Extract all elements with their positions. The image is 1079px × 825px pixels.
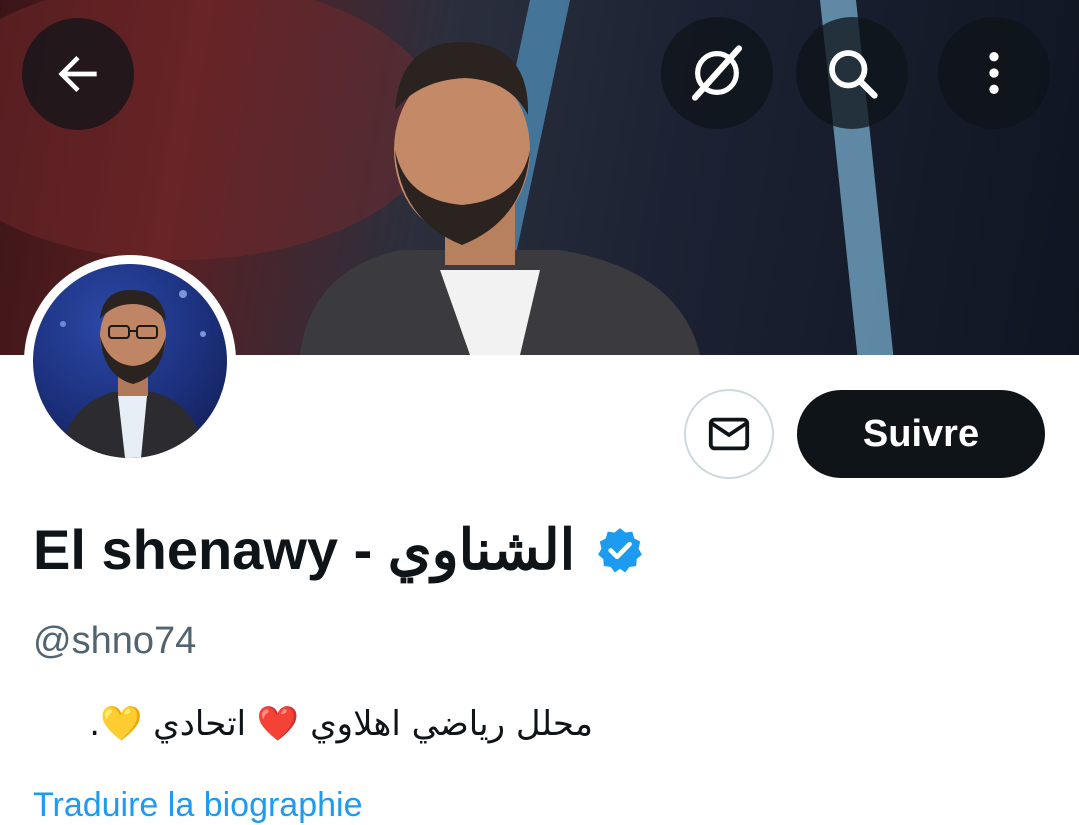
avatar[interactable] (24, 255, 236, 467)
grok-icon (686, 42, 748, 104)
more-vertical-icon (966, 45, 1022, 101)
grok-button[interactable] (661, 17, 773, 129)
profile-bio: محلل رياضي اهلاوي ❤️ اتحادي 💛. (89, 704, 593, 744)
message-button[interactable] (684, 389, 774, 479)
follow-button[interactable]: Suivre (797, 390, 1045, 478)
profile-handle: @shno74 (33, 620, 197, 662)
verified-badge-icon[interactable] (595, 525, 645, 575)
avatar-photo (33, 264, 227, 458)
search-icon (822, 43, 882, 103)
arrow-left-icon (50, 46, 106, 102)
display-name-row: El shenawy - الشناوي (33, 510, 645, 590)
back-button[interactable] (22, 18, 134, 130)
more-options-button[interactable] (938, 17, 1050, 129)
display-name: El shenawy - الشناوي (33, 518, 576, 581)
translate-bio-link[interactable]: Traduire la biographie (33, 786, 363, 825)
envelope-icon (706, 411, 752, 457)
search-button[interactable] (796, 17, 908, 129)
